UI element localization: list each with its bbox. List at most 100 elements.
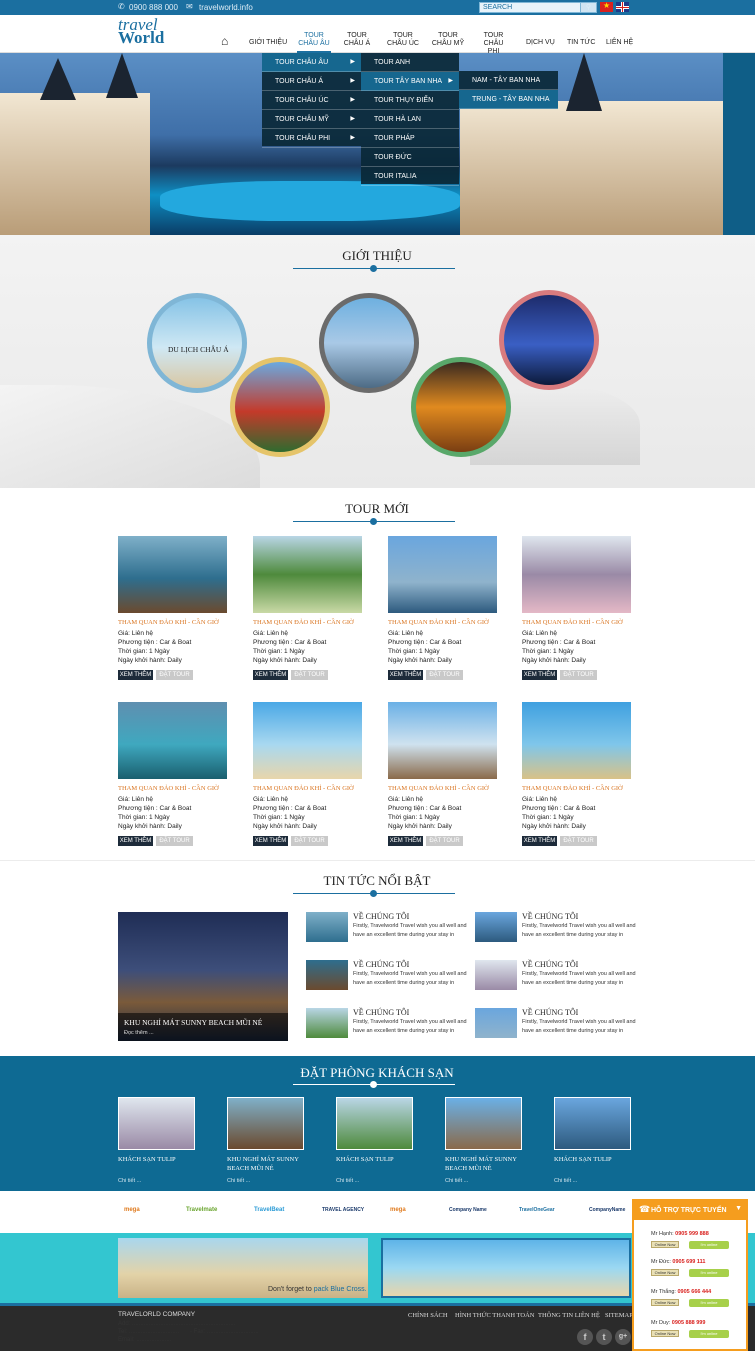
news-item-1-title[interactable]: VỀ CHÚNG TÔI xyxy=(353,912,409,921)
hotel-card-2-name[interactable]: KHU NGHỈ MÁT SUNNY BEACH MŨI NÉ xyxy=(227,1155,317,1173)
nav-tour-chau-a[interactable]: TOUR CHÂU Á xyxy=(342,32,372,48)
circle-europe[interactable] xyxy=(230,357,330,457)
partner-logo-travel-agency[interactable]: TRAVEL AGENCY xyxy=(322,1207,364,1213)
partner-logo-travelbeat[interactable]: TravelBeat xyxy=(254,1207,284,1213)
tour-card-8-title[interactable]: THAM QUAN ĐẢO KHỈ - CẦN GIỜ xyxy=(522,785,623,792)
hotel-card-4-image[interactable] xyxy=(445,1097,522,1150)
hotel-card-2-more[interactable]: Chi tiết ... xyxy=(227,1178,250,1184)
partner-logo-mega-1[interactable]: mega xyxy=(124,1207,140,1213)
partner-logo-company-name[interactable]: Company Name xyxy=(449,1207,487,1213)
tour-card-8-image[interactable] xyxy=(522,702,631,779)
dropdown-item-tour-duc[interactable]: TOUR ĐỨC xyxy=(361,148,459,167)
hotel-card-5-more[interactable]: Chi tiết ... xyxy=(554,1178,577,1184)
tour-card-3-image[interactable] xyxy=(388,536,497,613)
news-featured-more[interactable]: Đọc thêm ... xyxy=(124,1030,154,1036)
news-item-4-title[interactable]: VỀ CHÚNG TÔI xyxy=(522,960,578,969)
hotel-card-1-image[interactable] xyxy=(118,1097,195,1150)
home-icon[interactable]: ⌂ xyxy=(221,34,228,48)
hotel-card-3-image[interactable] xyxy=(336,1097,413,1150)
banner-beach-right[interactable] xyxy=(381,1238,631,1298)
nav-tour-chau-my[interactable]: TOUR CHÂU MỸ xyxy=(431,32,465,48)
hotel-card-5-image[interactable] xyxy=(554,1097,631,1150)
partner-logo-mega-2[interactable]: mega xyxy=(390,1207,406,1213)
tour-card-4-title[interactable]: THAM QUAN ĐẢO KHỈ - CẦN GIỜ xyxy=(522,619,623,626)
nav-dich-vu[interactable]: DỊCH VỤ xyxy=(526,39,555,47)
dropdown-item-tour-anh[interactable]: TOUR ANH xyxy=(361,53,459,72)
tour-card-3-title[interactable]: THAM QUAN ĐẢO KHỈ - CẦN GIỜ xyxy=(388,619,489,626)
tour-card-6-more-button[interactable]: XEM THÊM xyxy=(253,836,288,846)
circle-australia[interactable] xyxy=(499,290,599,390)
footer-link-sitemap[interactable]: SITEMAP xyxy=(605,1312,633,1319)
news-item-1-thumb[interactable] xyxy=(306,912,348,942)
news-featured-title[interactable]: KHU NGHỈ MÁT SUNNY BEACH MŨI NÉ xyxy=(124,1018,262,1027)
email-address[interactable]: travelworld.info xyxy=(199,3,253,12)
support-header[interactable]: HỖ TRỢ TRỰC TUYẾN xyxy=(634,1201,746,1220)
nav-tour-chau-au[interactable]: TOUR CHÂU ÂU xyxy=(297,32,331,48)
googleplus-icon[interactable]: g+ xyxy=(615,1329,631,1345)
news-item-5-title[interactable]: VỀ CHÚNG TÔI xyxy=(353,1008,409,1017)
hotel-card-4-more[interactable]: Chi tiết ... xyxy=(445,1178,468,1184)
twitter-icon[interactable]: t xyxy=(596,1329,612,1345)
hotel-card-2-image[interactable] xyxy=(227,1097,304,1150)
news-item-3-thumb[interactable] xyxy=(306,960,348,990)
search-input[interactable]: SEARCH ⚲ xyxy=(479,2,597,13)
support-person-3-online-badge[interactable]: Online Now xyxy=(651,1299,679,1306)
circle-asia[interactable] xyxy=(147,293,247,393)
news-item-6-title[interactable]: VỀ CHÚNG TÔI xyxy=(522,1008,578,1017)
news-item-2-thumb[interactable] xyxy=(475,912,517,942)
tour-card-7-book-button[interactable]: ĐẶT TOUR xyxy=(426,836,463,846)
news-item-2-title[interactable]: VỀ CHÚNG TÔI xyxy=(522,912,578,921)
hotel-card-4-name[interactable]: KHU NGHỈ MÁT SUNNY BEACH MŨI NÉ xyxy=(445,1155,535,1173)
nav-tin-tuc[interactable]: TIN TỨC xyxy=(567,39,595,47)
hotel-card-3-name[interactable]: KHÁCH SẠN TULIP xyxy=(336,1155,426,1164)
partner-logo-companyname[interactable]: CompanyName xyxy=(589,1207,625,1213)
hotel-card-1-name[interactable]: KHÁCH SẠN TULIP xyxy=(118,1155,208,1164)
tour-card-4-book-button[interactable]: ĐẶT TOUR xyxy=(560,670,597,680)
nav-tour-chau-uc[interactable]: TOUR CHÂU ÚC xyxy=(387,32,419,48)
circle-africa[interactable] xyxy=(411,357,511,457)
tour-card-8-book-button[interactable]: ĐẶT TOUR xyxy=(560,836,597,846)
news-item-4-thumb[interactable] xyxy=(475,960,517,990)
tour-card-1-book-button[interactable]: ĐẶT TOUR xyxy=(156,670,193,680)
nav-lien-he[interactable]: LIÊN HỆ xyxy=(606,39,633,47)
tour-card-4-image[interactable] xyxy=(522,536,631,613)
partner-logo-travelonegear[interactable]: TravelOneGear xyxy=(519,1207,555,1213)
dropdown-item-chau-phi[interactable]: TOUR CHÂU PHI ▶ xyxy=(262,129,361,148)
support-person-2-online-badge[interactable]: Online Now xyxy=(651,1269,679,1276)
partner-logo-travelmate[interactable]: Travelmate xyxy=(186,1207,217,1213)
footer-link-thanh-toan[interactable]: HÌNH THỨC THANH TOÁN xyxy=(455,1312,535,1319)
footer-link-lien-he[interactable]: THÔNG TIN LIÊN HỆ xyxy=(538,1312,600,1319)
dropdown-item-nam-tay-ban-nha[interactable]: NAM - TÂY BAN NHA xyxy=(459,71,558,90)
footer-link-chinh-sach[interactable]: CHÍNH SÁCH xyxy=(408,1312,448,1319)
tour-card-6-title[interactable]: THAM QUAN ĐẢO KHỈ - CẦN GIỜ xyxy=(253,785,354,792)
circle-america[interactable] xyxy=(319,293,419,393)
news-item-6-thumb[interactable] xyxy=(475,1008,517,1038)
dropdown-item-chau-a[interactable]: TOUR CHÂU Á ▶ xyxy=(262,72,361,91)
tour-card-1-title[interactable]: THAM QUAN ĐẢO KHỈ - CẦN GIỜ xyxy=(118,619,219,626)
tour-card-5-image[interactable] xyxy=(118,702,227,779)
uk-flag-icon[interactable] xyxy=(616,2,629,12)
news-item-5-thumb[interactable] xyxy=(306,1008,348,1038)
dropdown-item-tour-phap[interactable]: TOUR PHÁP xyxy=(361,129,459,148)
dropdown-item-chau-my[interactable]: TOUR CHÂU MỸ ▶ xyxy=(262,110,361,129)
tour-card-1-image[interactable] xyxy=(118,536,227,613)
dropdown-item-chau-uc[interactable]: TOUR CHÂU ÚC ▶ xyxy=(262,91,361,110)
tour-card-2-image[interactable] xyxy=(253,536,362,613)
tour-card-3-book-button[interactable]: ĐẶT TOUR xyxy=(426,670,463,680)
tour-card-5-title[interactable]: THAM QUAN ĐẢO KHỈ - CẦN GIỜ xyxy=(118,785,219,792)
travelworld-logo[interactable]: travel World xyxy=(118,16,164,46)
vietnam-flag-icon[interactable]: ★ xyxy=(600,1,613,12)
tour-card-7-image[interactable] xyxy=(388,702,497,779)
tour-card-2-more-button[interactable]: XEM THÊM xyxy=(253,670,288,680)
facebook-icon[interactable]: f xyxy=(577,1329,593,1345)
hotel-card-5-name[interactable]: KHÁCH SẠN TULIP xyxy=(554,1155,644,1164)
tour-card-7-title[interactable]: THAM QUAN ĐẢO KHỈ - CẦN GIỜ xyxy=(388,785,489,792)
dropdown-item-tour-italia[interactable]: TOUR ITALIA xyxy=(361,167,459,186)
tour-card-6-book-button[interactable]: ĐẶT TOUR xyxy=(291,836,328,846)
hotel-card-1-more[interactable]: Chi tiết ... xyxy=(118,1178,141,1184)
support-person-2-chat-button[interactable]: I'm online xyxy=(689,1269,729,1277)
support-person-4-online-badge[interactable]: Online Now xyxy=(651,1330,679,1337)
tour-card-3-more-button[interactable]: XEM THÊM xyxy=(388,670,423,680)
news-item-3-title[interactable]: VỀ CHÚNG TÔI xyxy=(353,960,409,969)
dropdown-item-trung-tay-ban-nha[interactable]: TRUNG - TÂY BAN NHA xyxy=(459,90,558,109)
